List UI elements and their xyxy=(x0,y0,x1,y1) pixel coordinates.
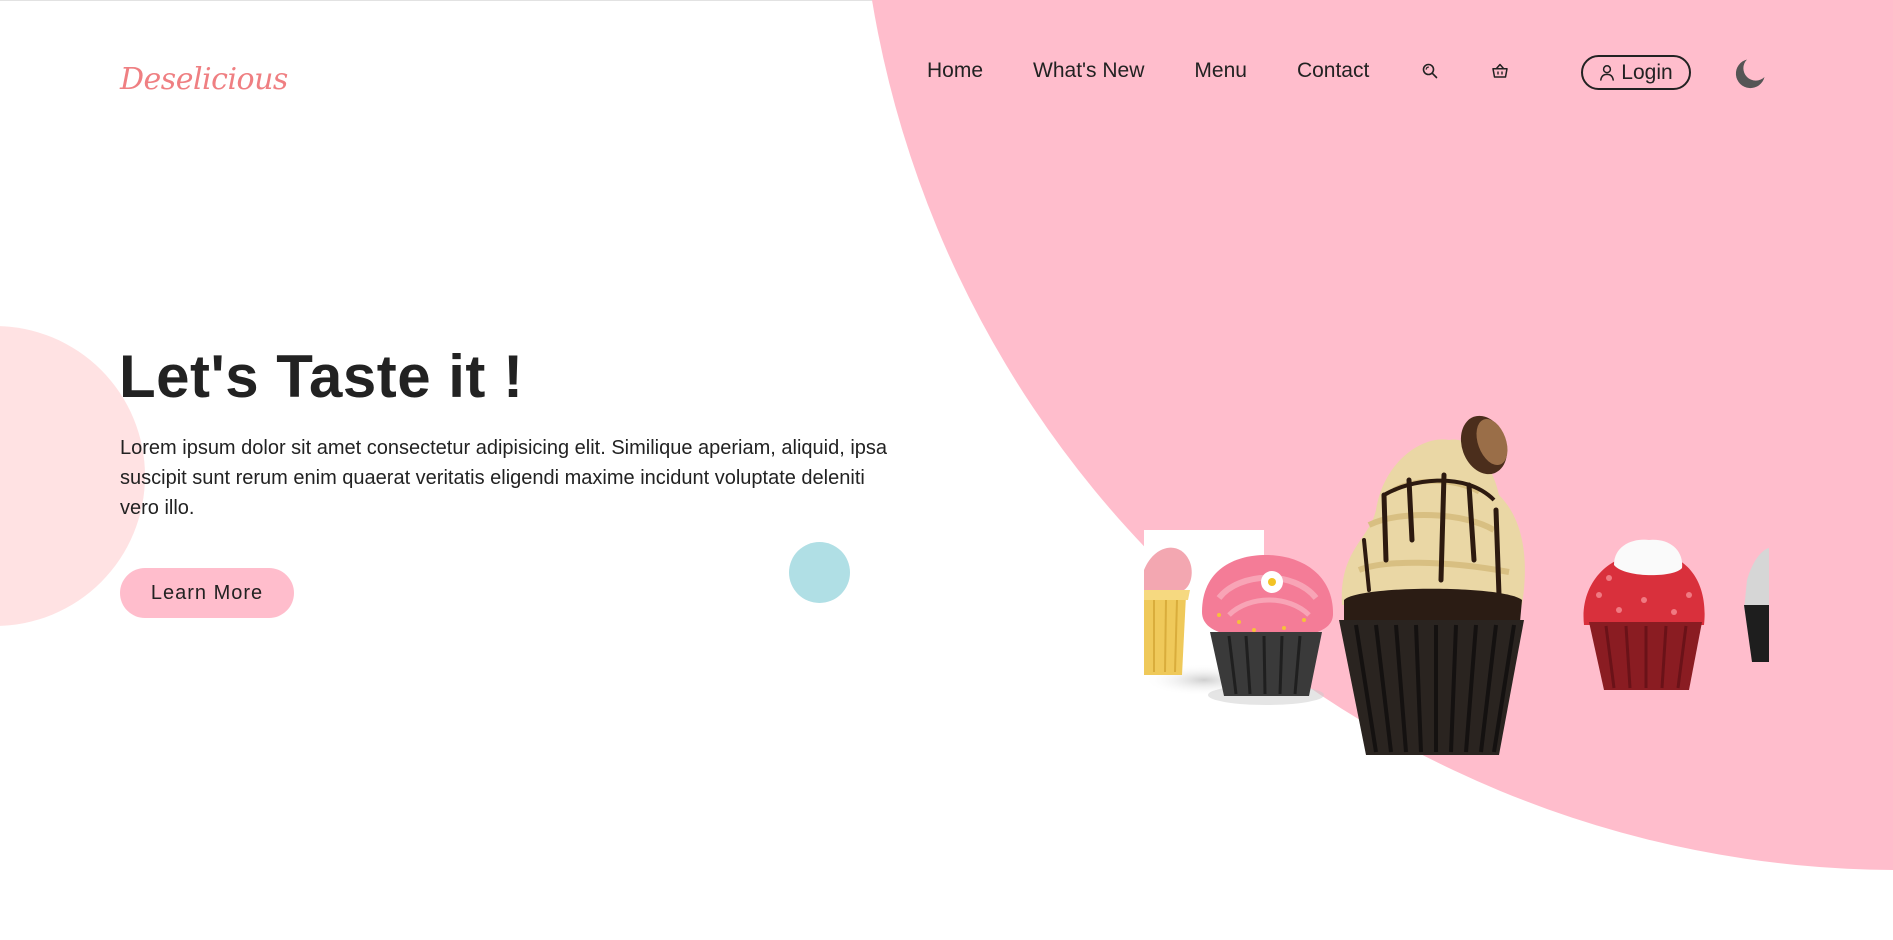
main-nav: Home What's New Menu Contact xyxy=(927,56,1559,86)
learn-more-button[interactable]: Learn More xyxy=(120,568,294,618)
login-button[interactable]: Login xyxy=(1581,55,1691,90)
brand-logo[interactable]: Deselicious xyxy=(120,62,288,97)
landing-page: Deselicious Home What's New Menu Contact xyxy=(0,0,1893,940)
nav-link-whats-new[interactable]: What's New xyxy=(1033,59,1144,83)
hero-description: Lorem ipsum dolor sit amet consectetur a… xyxy=(120,437,888,519)
moon-icon[interactable] xyxy=(1733,57,1767,91)
login-label: Login xyxy=(1621,60,1673,84)
hero-title: Let's Taste it ! xyxy=(119,343,524,410)
nav-link-contact[interactable]: Contact xyxy=(1297,59,1369,83)
nav-link-menu[interactable]: Menu xyxy=(1194,59,1247,83)
teal-decor-circle xyxy=(789,542,850,603)
search-icon[interactable] xyxy=(1419,60,1441,82)
user-icon xyxy=(1600,65,1615,81)
nav-link-home[interactable]: Home xyxy=(927,59,983,83)
cupcake-image xyxy=(1144,400,1769,770)
basket-icon[interactable] xyxy=(1489,60,1511,82)
